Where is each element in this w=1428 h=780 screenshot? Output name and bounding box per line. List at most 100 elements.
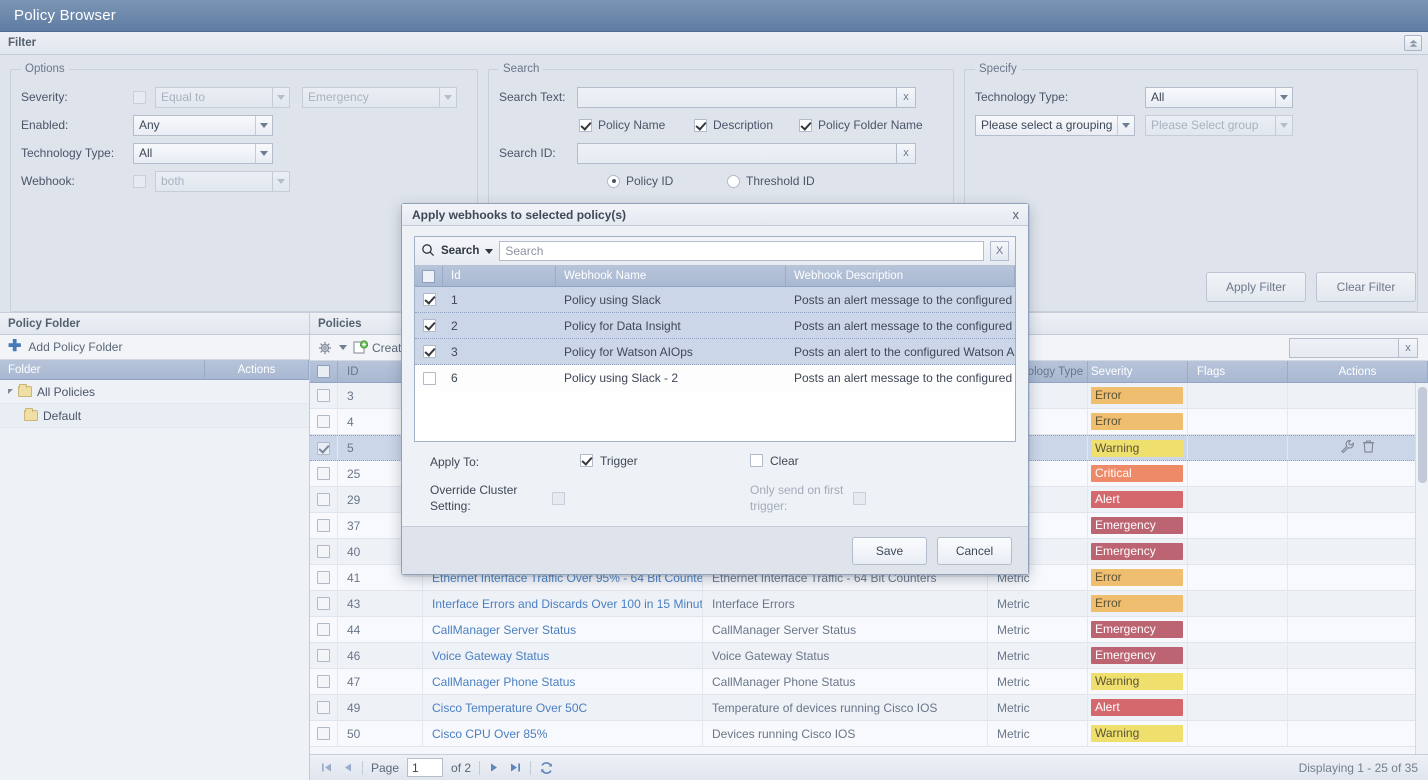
header-flags[interactable]: Flags — [1188, 361, 1288, 382]
chk-description[interactable]: Description — [694, 118, 799, 132]
policy-id-radio[interactable] — [607, 174, 620, 188]
cancel-button[interactable]: Cancel — [937, 536, 1012, 565]
table-row[interactable]: 50 Cisco CPU Over 85% Devices running Cisc… — [310, 721, 1428, 747]
folder-tree-item-default[interactable]: Default — [0, 404, 309, 428]
save-button[interactable]: Save — [852, 536, 927, 565]
clear-webhook-search-icon[interactable]: X — [990, 241, 1009, 262]
webhook-row-select-cell[interactable] — [415, 313, 443, 338]
policy-folder-name-checkbox[interactable] — [799, 118, 812, 132]
policy-link[interactable]: CallManager Phone Status — [432, 675, 575, 689]
cell-name[interactable]: Interface Errors and Discards Over 100 i… — [423, 591, 703, 616]
header-webhook-description[interactable]: Webhook Description — [786, 266, 1015, 287]
policy-link[interactable]: Cisco CPU Over 85% — [432, 727, 547, 741]
webhook-checkbox[interactable] — [133, 174, 146, 188]
folder-tree-item-all-policies[interactable]: All Policies — [0, 380, 309, 404]
technology-type-select[interactable]: All — [133, 142, 273, 164]
row-select-cell[interactable] — [310, 487, 338, 512]
policy-link[interactable]: Interface Errors and Discards Over 100 i… — [432, 597, 702, 611]
policy-link[interactable]: Voice Gateway Status — [432, 649, 549, 663]
first-page-icon[interactable] — [320, 761, 333, 774]
row-select-cell[interactable] — [310, 643, 338, 668]
group-select[interactable]: Please Select group — [1145, 114, 1293, 136]
close-icon[interactable]: x — [1013, 208, 1020, 221]
row-select-cell[interactable] — [310, 695, 338, 720]
row-checkbox[interactable] — [317, 467, 330, 480]
row-select-cell[interactable] — [310, 617, 338, 642]
severity-operator-select[interactable]: Equal to — [155, 86, 290, 108]
search-dropdown-label[interactable]: Search — [441, 245, 479, 257]
override-cluster-option[interactable] — [552, 482, 750, 506]
header-webhook-name[interactable]: Webhook Name — [556, 266, 786, 287]
row-checkbox[interactable] — [317, 519, 330, 532]
chk-policy-folder-name[interactable]: Policy Folder Name — [799, 118, 923, 132]
cell-name[interactable]: CallManager Phone Status — [423, 669, 703, 694]
gear-icon[interactable] — [318, 341, 347, 355]
row-select-cell[interactable] — [310, 409, 338, 434]
row-select-cell[interactable] — [310, 565, 338, 590]
search-id-input[interactable] — [577, 142, 897, 164]
specify-tech-select[interactable]: All — [1145, 86, 1293, 108]
search-text-input[interactable] — [577, 86, 897, 108]
table-row[interactable]: 43 Interface Errors and Discards Over 100… — [310, 591, 1428, 617]
wrench-icon[interactable] — [1340, 439, 1355, 457]
row-checkbox[interactable] — [317, 597, 330, 610]
trigger-option[interactable]: Trigger — [580, 454, 750, 468]
webhook-row-checkbox[interactable] — [422, 345, 436, 359]
webhook-select-all-header[interactable] — [415, 266, 443, 287]
webhook-row-select-cell[interactable] — [415, 339, 443, 364]
trigger-checkbox[interactable] — [580, 454, 593, 468]
last-page-icon[interactable] — [509, 761, 522, 774]
policy-link[interactable]: Cisco Temperature Over 50C — [432, 701, 587, 715]
refresh-icon[interactable] — [539, 761, 554, 775]
row-checkbox[interactable] — [317, 571, 330, 584]
webhook-select-all-checkbox[interactable] — [422, 269, 435, 283]
row-select-cell[interactable] — [310, 383, 338, 408]
row-checkbox[interactable] — [317, 545, 330, 558]
row-select-cell[interactable] — [310, 513, 338, 538]
row-select-cell[interactable] — [310, 721, 338, 746]
webhook-row-checkbox[interactable] — [422, 319, 436, 333]
row-checkbox[interactable] — [317, 727, 330, 740]
severity-value-select[interactable]: Emergency — [302, 86, 457, 108]
radio-policy-id[interactable]: Policy ID — [607, 174, 727, 188]
clear-search-id-icon[interactable]: x — [897, 142, 916, 164]
chevron-down-icon[interactable] — [485, 248, 494, 254]
clear-filter-button[interactable]: Clear Filter — [1316, 272, 1416, 302]
row-checkbox[interactable] — [317, 493, 330, 506]
clear-policies-search-icon[interactable]: x — [1399, 337, 1418, 358]
policy-link[interactable]: CallManager Server Status — [432, 623, 576, 637]
table-row[interactable]: 47 CallManager Phone Status CallManager Ph… — [310, 669, 1428, 695]
trash-icon[interactable] — [1361, 439, 1376, 457]
policies-search-input[interactable] — [1289, 337, 1399, 358]
threshold-id-radio[interactable] — [727, 174, 740, 188]
description-checkbox[interactable] — [694, 118, 707, 132]
scrollbar-thumb[interactable] — [1418, 387, 1427, 483]
webhook-row-checkbox[interactable] — [422, 371, 436, 385]
add-policy-folder-button[interactable]: ✚ Add Policy Folder — [0, 335, 309, 360]
twisty-icon[interactable] — [8, 389, 13, 394]
webhook-select[interactable]: both — [155, 170, 290, 192]
next-page-icon[interactable] — [488, 761, 501, 774]
cell-name[interactable]: CallManager Server Status — [423, 617, 703, 642]
page-number-input[interactable]: 1 — [407, 758, 444, 777]
row-checkbox[interactable] — [317, 649, 330, 662]
chk-policy-name[interactable]: Policy Name — [579, 118, 694, 132]
row-select-cell[interactable] — [310, 669, 338, 694]
radio-threshold-id[interactable]: Threshold ID — [727, 174, 815, 188]
row-checkbox[interactable] — [317, 675, 330, 688]
policy-name-checkbox[interactable] — [579, 118, 592, 132]
webhook-row[interactable]: 3 Policy for Watson AIOps Posts an alert t… — [415, 339, 1015, 366]
row-select-cell[interactable] — [310, 436, 338, 460]
grouping-select[interactable]: Please select a grouping — [975, 114, 1135, 136]
header-actions[interactable]: Actions — [1288, 361, 1428, 382]
search-icon[interactable] — [421, 243, 435, 260]
webhook-row-select-cell[interactable] — [415, 365, 443, 391]
row-checkbox[interactable] — [317, 441, 330, 455]
header-severity[interactable]: Severity — [1088, 361, 1188, 382]
clear-search-text-icon[interactable]: x — [897, 86, 916, 108]
first-trigger-checkbox[interactable] — [853, 492, 866, 506]
webhook-row-select-cell[interactable] — [415, 287, 443, 312]
table-row[interactable]: 49 Cisco Temperature Over 50C Temperature … — [310, 695, 1428, 721]
clear-option[interactable]: Clear — [750, 454, 799, 468]
policies-vertical-scrollbar[interactable] — [1415, 383, 1428, 754]
